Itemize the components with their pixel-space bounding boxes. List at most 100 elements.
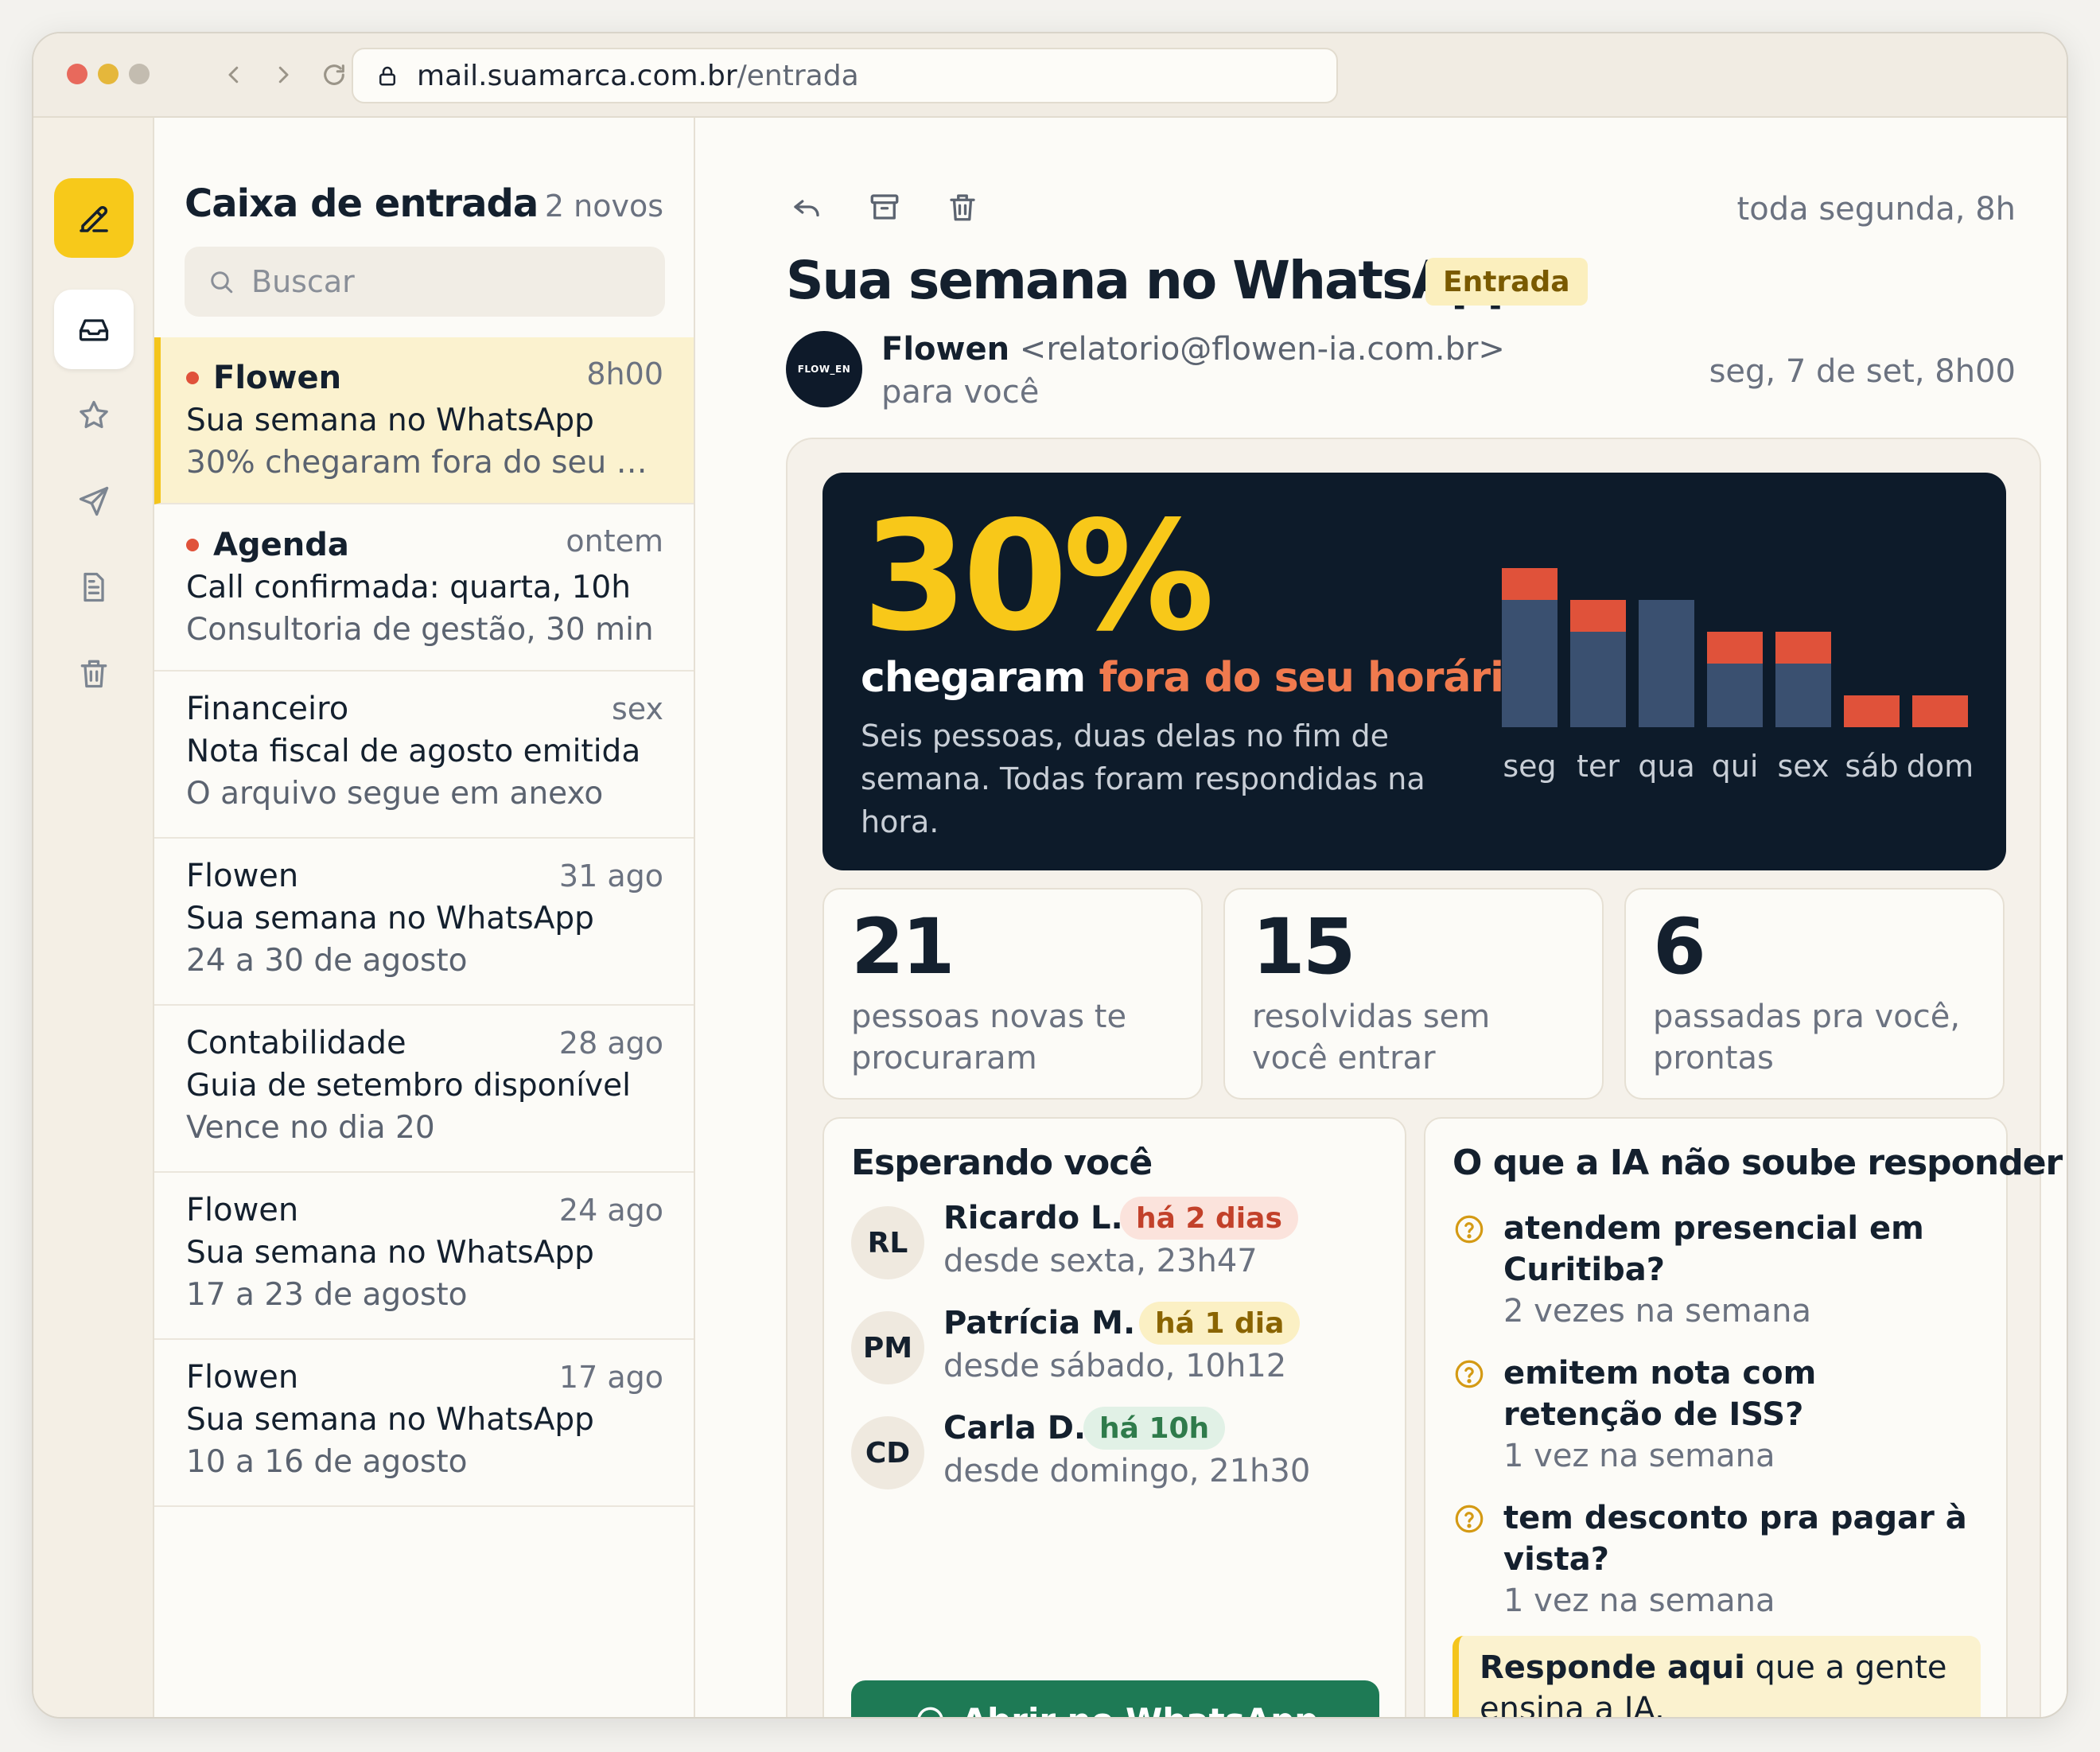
message-list-item[interactable]: Flowen 31 ago Sua semana no WhatsApp 24 a 3… [154, 839, 694, 1006]
item-time: ontem [566, 524, 663, 559]
open-whatsapp-button[interactable]: Abrir no WhatsApp [851, 1680, 1379, 1717]
hero-line-highlight: fora do seu horário [1099, 654, 1531, 702]
x-tick-label: sex [1778, 749, 1830, 784]
question-icon [1452, 1357, 1486, 1391]
url-domain: mail.suamarca.com.br [417, 59, 737, 92]
minimize-window-button[interactable] [98, 64, 119, 84]
inbox-icon [79, 319, 109, 341]
item-time: sex [612, 691, 663, 726]
waiting-person[interactable]: PM Patrícia M. há 1 dia desde sábado, 10h12 [851, 1302, 1376, 1392]
message-list-item[interactable]: Flowen 24 ago Sua semana no WhatsApp 17 a 2… [154, 1173, 694, 1340]
close-window-button[interactable] [67, 64, 88, 84]
trash-icon [950, 194, 975, 221]
maximize-window-button[interactable] [129, 64, 150, 84]
sender-address: <relatorio@flowen-ia.com.br> [1019, 331, 1505, 368]
item-time: 28 ago [558, 1026, 663, 1061]
reload-icon[interactable] [317, 57, 352, 92]
stat-card-handed: 6 passadas pra você, prontas [1624, 888, 2005, 1100]
trash-icon [80, 660, 107, 688]
stat-card-new: 21 pessoas novas te procuraram [822, 888, 1203, 1100]
delete-button[interactable] [940, 185, 985, 229]
send-icon [79, 486, 109, 516]
message-list-item[interactable]: Flowen 17 ago Sua semana no WhatsApp 10 a 1… [154, 1340, 694, 1507]
drafts-nav-button[interactable] [54, 547, 134, 627]
avatar: RL [851, 1206, 924, 1279]
inbox-nav-button[interactable] [54, 290, 134, 369]
stat-value: 6 [1653, 902, 1706, 991]
item-preview: Vence no dia 20 [186, 1110, 435, 1146]
document-icon [84, 572, 104, 602]
report-card: 30% chegaram fora do seu horário. Seis p… [786, 438, 2063, 1717]
waiting-person[interactable]: RL Ricardo L. há 2 dias desde sexta, 23h47 [851, 1197, 1376, 1287]
bar-segment-qua-0 [1639, 600, 1694, 727]
list-header: Caixa de entrada 2 novos [185, 181, 663, 226]
list-title: Caixa de entrada [185, 181, 539, 226]
stat-value: 15 [1252, 902, 1356, 991]
item-subject: Call confirmada: quarta, 10h [186, 570, 631, 605]
avatar: CD [851, 1416, 924, 1489]
waiting-since: desde sábado, 10h12 [943, 1348, 1287, 1384]
item-sender: Flowen [186, 1192, 298, 1228]
archive-button[interactable] [862, 185, 907, 229]
question-icon [1452, 1213, 1486, 1246]
hero-line-start: chegaram [861, 654, 1099, 702]
item-subject: Sua semana no WhatsApp [186, 1402, 594, 1438]
bar-segment-ter-1 [1570, 600, 1626, 632]
question-icon [1452, 1502, 1486, 1536]
item-sender: Flowen [186, 360, 341, 396]
waiting-panel: Esperando você RL Ricardo L. há 2 dias desd… [822, 1117, 1406, 1717]
ai-unanswered-panel: O que a IA não soube responder atendem p… [1424, 1117, 2063, 1717]
sent-nav-button[interactable] [54, 461, 134, 541]
wait-time-badge: há 10h [1083, 1407, 1226, 1450]
message-list-item[interactable]: Agenda ontem Call confirmada: quarta, 10h C… [154, 504, 694, 672]
search-input[interactable]: Buscar [185, 247, 665, 317]
trash-nav-button[interactable] [54, 633, 134, 713]
new-count: 2 novos [544, 189, 663, 224]
unread-dot [186, 372, 199, 384]
browser-window: mail.suamarca.com.br/entrada Caixa de en… [32, 32, 2068, 1719]
x-tick-label: ter [1577, 749, 1620, 784]
x-tick-label: seg [1503, 749, 1556, 784]
person-name: Ricardo L. [943, 1200, 1123, 1236]
reply-icon [794, 200, 819, 217]
bar-segment-sáb-1 [1844, 695, 1900, 727]
starred-nav-button[interactable] [54, 376, 134, 455]
message-list-panel: Caixa de entrada 2 novos Buscar Flowen 8h… [154, 118, 695, 1717]
x-tick-label: qui [1712, 749, 1759, 784]
sender-logo: FLOW_EN [786, 331, 862, 407]
stat-card-resolved: 15 resolvidas sem você entrar [1223, 888, 1604, 1100]
wait-time-badge: há 1 dia [1139, 1302, 1301, 1345]
message-list-item[interactable]: Financeiro sex Nota fiscal de agosto emiti… [154, 672, 694, 839]
back-icon[interactable] [216, 57, 251, 92]
bar-segment-sex-1 [1775, 632, 1831, 664]
waiting-title: Esperando você [851, 1143, 1153, 1183]
mail-subject: Sua semana no WhatsApp [786, 250, 1524, 311]
question-count: 2 vezes na semana [1503, 1293, 1811, 1330]
sender-name: Flowen [186, 858, 299, 894]
sender-name: Contabilidade [186, 1025, 406, 1061]
weekly-bar-chart: seg ter qua qui sex sáb dom [1502, 568, 1974, 784]
stat-value: 21 [851, 902, 955, 991]
address-bar[interactable]: mail.suamarca.com.br/entrada [352, 48, 1338, 103]
lock-icon [375, 64, 399, 88]
hero-panel: 30% chegaram fora do seu horário. Seis p… [822, 473, 2006, 870]
forward-icon[interactable] [266, 57, 301, 92]
item-subject: Guia de setembro disponível [186, 1068, 631, 1104]
question-count: 1 vez na semana [1503, 1583, 1775, 1619]
message-list-item[interactable]: Flowen 8h00 Sua semana no WhatsApp 30% cheg… [154, 337, 694, 504]
recipient-line: para você [881, 374, 1040, 411]
search-placeholder: Buscar [251, 264, 355, 299]
pencil-icon [80, 205, 108, 232]
hero-percent: 30% [862, 489, 1215, 664]
compose-button[interactable] [54, 178, 134, 258]
item-time: 31 ago [558, 858, 663, 894]
reply-button[interactable] [784, 185, 829, 229]
waiting-person[interactable]: CD Carla D. há 10h desde domingo, 21h30 [851, 1407, 1376, 1497]
question-text: emitem nota com retenção de ISS? [1503, 1355, 1817, 1433]
waiting-since: desde domingo, 21h30 [943, 1453, 1311, 1489]
message-list: Flowen 8h00 Sua semana no WhatsApp 30% cheg… [154, 337, 694, 1507]
message-list-item[interactable]: Contabilidade 28 ago Guia de setembro disp… [154, 1006, 694, 1173]
waiting-since: desde sexta, 23h47 [943, 1243, 1258, 1279]
item-time: 24 ago [558, 1193, 663, 1228]
bar-segment-qui-1 [1707, 632, 1763, 664]
